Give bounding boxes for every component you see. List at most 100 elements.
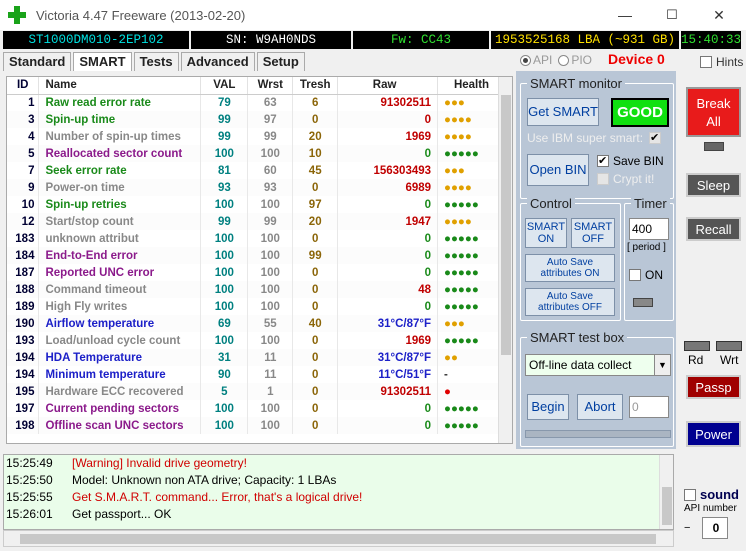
col-val-header[interactable]: VAL: [200, 77, 249, 95]
col-name-header[interactable]: Name: [38, 77, 202, 95]
passp-button[interactable]: Passp: [686, 375, 741, 399]
table-row[interactable]: 184 End-to-End error 100 100 99 0 ●●●●●: [7, 247, 500, 264]
power-button[interactable]: Power: [686, 421, 741, 447]
col-tresh-header[interactable]: Tresh: [292, 77, 339, 95]
smart-on-button[interactable]: SMART ON: [525, 218, 567, 248]
timer-on-checkbox[interactable]: [629, 269, 641, 281]
hints-toggle[interactable]: Hints: [700, 55, 743, 69]
api-minus-icon[interactable]: −: [684, 517, 696, 539]
table-row[interactable]: 189 High Fly writes 100 100 0 0 ●●●●●: [7, 298, 500, 315]
control-label: Control: [527, 196, 575, 211]
table-row[interactable]: 7 Seek error rate 81 60 45 156303493 ●●●: [7, 162, 500, 179]
row-wrst: 100: [247, 247, 294, 264]
table-row[interactable]: 187 Reported UNC error 100 100 0 0 ●●●●●: [7, 264, 500, 281]
test-progress-bar: [525, 430, 671, 438]
test-count-input[interactable]: 0: [629, 396, 669, 418]
begin-button[interactable]: Begin: [527, 394, 569, 420]
timer-on-label: ON: [645, 268, 663, 282]
col-raw-header[interactable]: Raw: [337, 77, 439, 95]
row-name: Load/unload cycle count: [38, 332, 202, 349]
row-wrst: 99: [247, 213, 294, 230]
pio-radio[interactable]: [558, 54, 570, 66]
maximize-button[interactable]: ☐: [657, 4, 687, 26]
abort-button[interactable]: Abort: [577, 394, 623, 420]
log-scrollbar[interactable]: [659, 455, 673, 529]
row-tresh: 0: [292, 264, 339, 281]
col-wrst-header[interactable]: Wrst: [247, 77, 294, 95]
tab-advanced[interactable]: Advanced: [180, 52, 255, 71]
row-tresh: 6: [292, 94, 339, 111]
row-health: ●●●●●: [437, 196, 500, 213]
crypt-toggle[interactable]: Crypt it!: [597, 172, 654, 186]
recall-button[interactable]: Recall: [686, 217, 741, 241]
tab-setup[interactable]: Setup: [256, 52, 305, 71]
row-id: 190: [7, 315, 40, 332]
crypt-checkbox[interactable]: [597, 173, 609, 185]
table-row[interactable]: 9 Power-on time 93 93 0 6989 ●●●●: [7, 179, 500, 196]
api-radio[interactable]: [520, 54, 531, 66]
ibm-checkbox[interactable]: [649, 131, 662, 144]
test-type-select[interactable]: Off-line data collect ▼: [525, 354, 671, 376]
table-row[interactable]: 4 Number of spin-up times 99 99 20 1969 ●●●●: [7, 128, 500, 145]
table-row[interactable]: 190 Airflow temperature 69 55 40 31°C/87°F ●●●: [7, 315, 500, 332]
tab-standard[interactable]: Standard: [3, 52, 72, 71]
log-scroll-thumb[interactable]: [662, 487, 672, 525]
table-row[interactable]: 194 Minimum temperature 90 11 0 11°C/51°F -: [7, 366, 500, 383]
table-row[interactable]: 195 Hardware ECC recovered 5 1 0 91302511 ●: [7, 383, 500, 400]
row-tresh: 45: [292, 162, 339, 179]
ibm-super-smart[interactable]: Use IBM super smart:: [527, 131, 665, 145]
minimize-button[interactable]: —: [610, 4, 640, 26]
table-row[interactable]: 198 Offline scan UNC sectors 100 100 0 0 ●●●●●: [7, 417, 500, 434]
break-all-button[interactable]: Break All: [686, 87, 741, 137]
smart-control-panel: SMART monitor Get SMART GOOD Use IBM sup…: [516, 71, 676, 449]
log-message: Get S.M.A.R.T. command... Error, that's …: [72, 490, 363, 504]
col-id-header[interactable]: ID: [7, 77, 40, 95]
table-row[interactable]: 197 Current pending sectors 100 100 0 0 ●●●●●: [7, 400, 500, 417]
row-tresh: 99: [292, 247, 339, 264]
col-health-header[interactable]: Health: [437, 77, 500, 95]
chevron-down-icon[interactable]: ▼: [654, 355, 670, 375]
row-health: ●●●●●: [437, 417, 500, 434]
get-smart-button[interactable]: Get SMART: [527, 98, 599, 126]
table-row[interactable]: 183 unknown attribut 100 100 0 0 ●●●●●: [7, 230, 500, 247]
sound-checkbox[interactable]: [684, 488, 696, 501]
table-row[interactable]: 3 Spin-up time 99 97 0 0 ●●●●: [7, 111, 500, 128]
row-val: 100: [200, 196, 249, 213]
row-name: Reallocated sector count: [38, 145, 202, 162]
autosave-off-button[interactable]: Auto Save attributes OFF: [525, 288, 615, 316]
table-row[interactable]: 193 Load/unload cycle count 100 100 0 1969 ●●●…: [7, 332, 500, 349]
close-button[interactable]: ✕: [704, 4, 734, 26]
tab-smart[interactable]: SMART: [73, 52, 132, 71]
save-bin-checkbox[interactable]: [597, 154, 609, 167]
save-bin-toggle[interactable]: Save BIN: [597, 154, 664, 168]
table-row[interactable]: 1 Raw read error rate 79 63 6 91302511 ●●●: [7, 94, 500, 111]
open-bin-button[interactable]: Open BIN: [527, 154, 589, 186]
table-scroll-thumb[interactable]: [501, 95, 511, 355]
row-val: 100: [200, 400, 249, 417]
log-hscroll-thumb[interactable]: [20, 534, 656, 544]
timer-on-toggle[interactable]: ON: [629, 268, 663, 282]
hints-checkbox[interactable]: [700, 56, 712, 68]
smart-off-button[interactable]: SMART OFF: [571, 218, 615, 248]
table-scrollbar[interactable]: [498, 77, 512, 443]
rd-indicator: [684, 341, 710, 351]
table-row[interactable]: 194 HDA Temperature 31 11 0 31°C/87°F ●●: [7, 349, 500, 366]
row-raw: 91302511: [337, 94, 439, 111]
autosave-on-button[interactable]: Auto Save attributes ON: [525, 254, 615, 282]
timer-input[interactable]: 400: [629, 218, 669, 240]
row-tresh: 0: [292, 281, 339, 298]
row-id: 184: [7, 247, 40, 264]
row-raw: 0: [337, 230, 439, 247]
table-row[interactable]: 12 Start/stop count 99 99 20 1947 ●●●●: [7, 213, 500, 230]
log-hscrollbar[interactable]: [3, 530, 674, 547]
sleep-button[interactable]: Sleep: [686, 173, 741, 197]
sound-toggle[interactable]: sound: [684, 487, 739, 502]
row-name: Spin-up time: [38, 111, 202, 128]
table-row[interactable]: 10 Spin-up retries 100 100 97 0 ●●●●●: [7, 196, 500, 213]
table-row[interactable]: 188 Command timeout 100 100 0 48 ●●●●●: [7, 281, 500, 298]
tab-tests[interactable]: Tests: [133, 52, 179, 71]
table-row[interactable]: 5 Reallocated sector count 100 100 10 0 ●●●●●: [7, 145, 500, 162]
api-number-input[interactable]: 0: [702, 517, 728, 539]
side-panel: Break All Sleep Recall Rd Wrt Passp Powe…: [678, 71, 746, 551]
row-id: 183: [7, 230, 40, 247]
